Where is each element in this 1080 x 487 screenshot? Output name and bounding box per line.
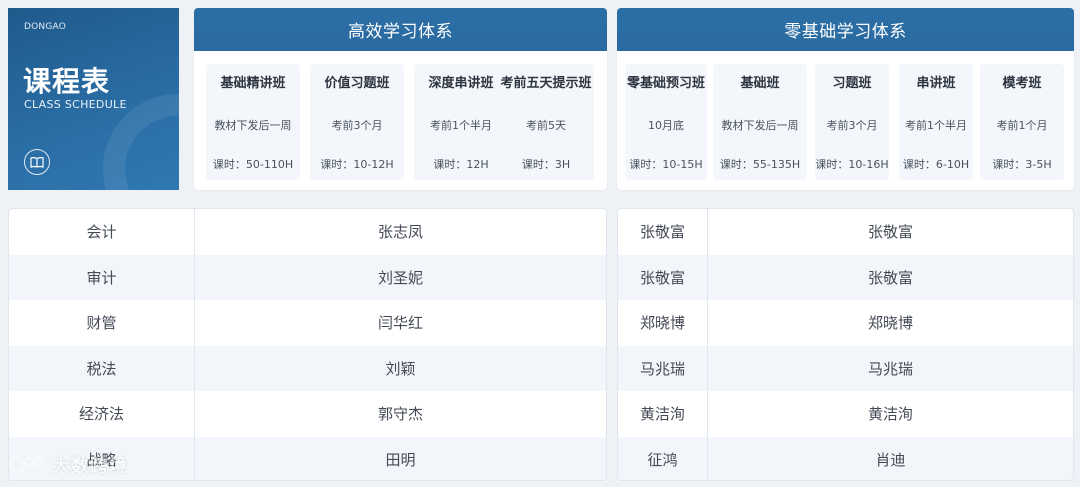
course-name: 零基础预习班 [626,76,705,91]
course-card[interactable]: 考前五天提示班 考前5天 课时：3H [498,64,594,180]
course-name: 基础精讲班 [220,76,286,91]
table-row: 征鸿 肖迪 [618,436,1073,480]
teacher-cell: 张志凤 [377,223,423,242]
teacher-cell: 郭守杰 [377,405,423,424]
book-icon[interactable] [24,149,50,175]
course-hours: 课时：10-12H [320,158,394,171]
teacher-cell: 黄洁洵 [618,391,708,437]
subject-cell: 财管 [9,300,195,346]
course-hours: 课时：12H [433,158,489,171]
course-name: 价值习题班 [324,76,390,91]
course-hours: 课时：3H [521,158,571,171]
teacher-cell: 郑晓博 [867,314,913,333]
table-row: 郑晓博 郑晓博 [618,300,1073,346]
course-card[interactable]: 模考班 考前1个月 课时：3-5H [980,64,1064,180]
table-row: 张敬富 张敬富 [618,254,1073,300]
teacher-table-zero-basis: 张敬富 张敬富 张敬富 张敬富 郑晓博 郑晓博 马兆瑞 马兆瑞 黄洁洵 黄洁洵 … [617,208,1074,481]
course-hours: 课时：55-135H [719,158,801,171]
course-card[interactable]: 基础精讲班 教材下发后一周 课时：50-110H [206,64,300,180]
table-row: 会计 张志凤 [9,209,606,255]
course-time: 考前1个月 [996,119,1048,132]
teacher-cell: 马兆瑞 [867,359,913,378]
teacher-cell: 刘颖 [385,359,416,378]
course-time: 教材下发后一周 [214,119,292,132]
table-row: 马兆瑞 马兆瑞 [618,345,1073,391]
course-name: 深度串讲班 [428,76,494,91]
table-row: 财管 闫华红 [9,300,606,346]
course-card[interactable]: 价值习题班 考前3个月 课时：10-12H [310,64,404,180]
schedule-brand-card: DONGAO 课程表 CLASS SCHEDULE [8,8,179,190]
teacher-cell: 郑晓博 [618,300,708,346]
course-hours: 课时：50-110H [212,158,294,171]
course-time: 考前1个半月 [430,119,492,132]
teacher-cell: 黄洁洵 [867,405,913,424]
teacher-cell: 张敬富 [867,223,913,242]
watermark-logo-icon [9,457,44,473]
course-time: 考前3个月 [826,119,878,132]
table-row: 黄洁洵 黄洁洵 [618,391,1073,437]
course-card[interactable]: 零基础预习班 10月底 课时：10-15H [625,64,707,180]
teacher-cell: 闫华红 [377,314,423,333]
table-row: 经济法 郭守杰 [9,391,606,437]
course-card[interactable]: 习题班 考前3个月 课时：10-16H [815,64,889,180]
teacher-table-efficient: 会计 张志凤 审计 刘圣妮 财管 闫华红 税法 刘颖 经济法 郭守杰 战略 田明 [8,208,607,481]
teacher-cell: 肖迪 [875,450,906,469]
subject-cell: 审计 [9,254,195,300]
page-title: 课程表 [23,65,111,98]
watermark: 大数跨境 [8,452,128,478]
subject-cell: 会计 [9,209,195,255]
course-hours: 课时：3-5H [992,158,1052,171]
teacher-cell: 张敬富 [867,268,913,287]
course-time: 教材下发后一周 [721,119,799,132]
course-card[interactable]: 基础班 教材下发后一周 课时：55-135H [713,64,807,180]
course-time: 考前5天 [526,119,566,132]
teacher-cell: 张敬富 [618,209,708,255]
watermark-text: 大数跨境 [52,456,128,477]
table-row: 审计 刘圣妮 [9,254,606,300]
efficient-system-title: 高效学习体系 [194,8,607,51]
teacher-cell: 刘圣妮 [377,268,423,287]
teacher-cell: 征鸿 [618,436,708,480]
course-hours: 课时：6-10H [902,158,970,171]
course-name: 习题班 [832,76,872,91]
course-name: 串讲班 [916,76,956,91]
course-hours: 课时：10-15H [629,158,703,171]
efficient-system-panel: 高效学习体系 基础精讲班 教材下发后一周 课时：50-110H 价值习题班 考前… [194,8,607,190]
table-row: 张敬富 张敬富 [618,209,1073,255]
brand-logo-text: DONGAO [24,22,67,32]
course-hours: 课时：10-16H [815,158,889,171]
zero-basis-system-panel: 零基础学习体系 零基础预习班 10月底 课时：10-15H 基础班 教材下发后一… [617,8,1074,190]
course-time: 考前1个半月 [905,119,967,132]
page-subtitle: CLASS SCHEDULE [24,98,127,111]
teacher-cell: 田明 [385,450,416,469]
table-row: 税法 刘颖 [9,345,606,391]
subject-cell: 税法 [9,345,195,391]
course-time: 10月底 [648,119,684,132]
course-time: 考前3个月 [331,119,383,132]
course-card[interactable]: 串讲班 考前1个半月 课时：6-10H [899,64,973,180]
teacher-cell: 马兆瑞 [618,345,708,391]
teacher-cell: 张敬富 [618,254,708,300]
subject-cell: 经济法 [9,391,195,437]
course-card[interactable]: 深度串讲班 考前1个半月 课时：12H [414,64,508,180]
zero-basis-system-title: 零基础学习体系 [617,8,1074,51]
course-name: 基础班 [740,76,780,91]
course-name: 考前五天提示班 [500,76,592,91]
course-name: 模考班 [1002,76,1042,91]
